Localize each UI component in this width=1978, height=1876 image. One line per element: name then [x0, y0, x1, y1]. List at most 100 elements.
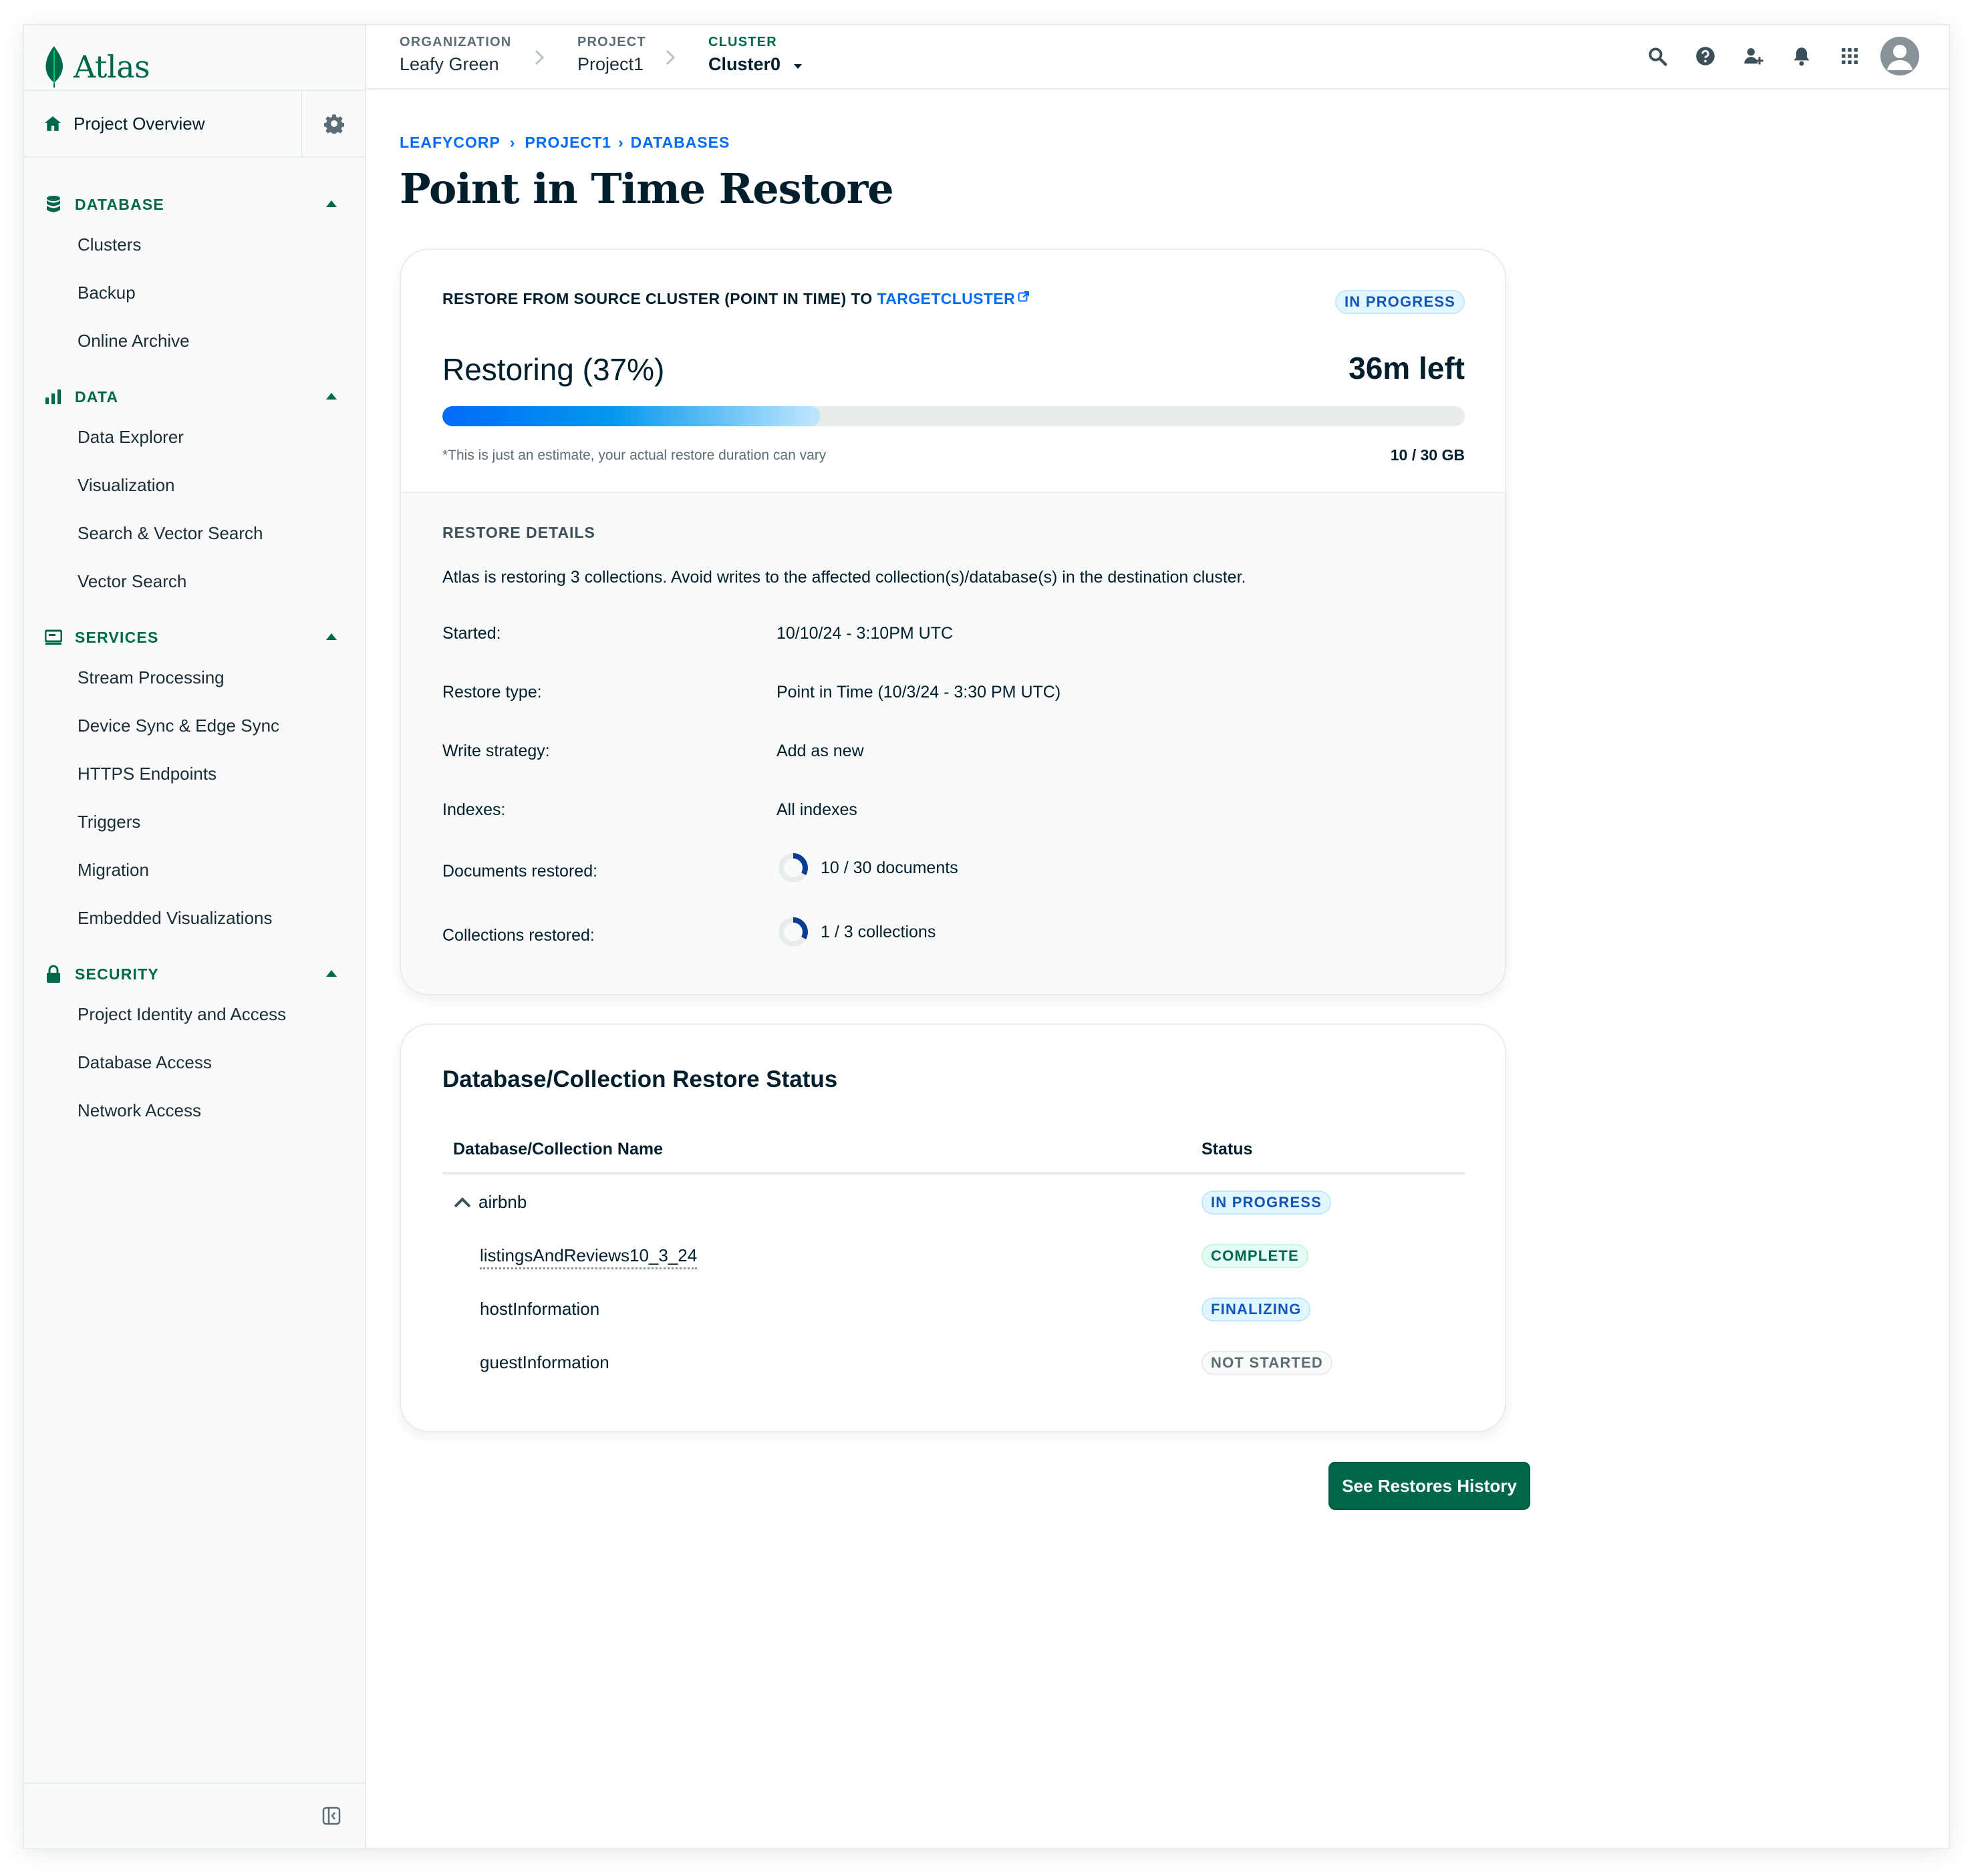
- sidebar-section-title: SECURITY: [75, 965, 159, 983]
- sidebar-item-clusters[interactable]: Clusters: [78, 231, 141, 258]
- bar-chart-icon: [45, 389, 61, 404]
- caret-down-icon: [793, 64, 802, 69]
- status-badge: FINALIZING: [1202, 1297, 1311, 1321]
- gear-icon: [324, 114, 344, 134]
- database-icon: [47, 196, 60, 212]
- target-cluster-link[interactable]: TARGETCLUSTER: [877, 290, 1030, 307]
- restore-status-badge: IN PROGRESS: [1334, 290, 1465, 314]
- restore-progress-fill: [442, 406, 821, 426]
- sidebar-item-device-sync[interactable]: Device Sync & Edge Sync: [78, 712, 279, 739]
- breadcrumb-separator-icon: ›: [509, 134, 516, 151]
- table-row: airbnb IN PROGRESS: [442, 1183, 1465, 1223]
- sidebar-section-data[interactable]: DATA: [44, 383, 345, 410]
- table-row: listingsAndReviews10_3_24 COMPLETE: [442, 1236, 1465, 1276]
- top-bar: ORGANIZATION Leafy Green PROJECT Project…: [366, 25, 1949, 90]
- sidebar-item-data-explorer[interactable]: Data Explorer: [78, 424, 184, 450]
- restore-header-text: RESTORE FROM SOURCE CLUSTER (POINT IN TI…: [442, 290, 877, 307]
- table-row: guestInformation NOT STARTED: [442, 1343, 1465, 1383]
- restore-status-card: Database/Collection Restore Status Datab…: [400, 1024, 1506, 1432]
- sidebar-item-online-archive[interactable]: Online Archive: [78, 327, 190, 354]
- search-button[interactable]: [1633, 35, 1681, 77]
- detail-label-collections: Collections restored:: [442, 926, 595, 945]
- sidebar-item-network-access[interactable]: Network Access: [78, 1097, 201, 1124]
- detail-value-indexes: All indexes: [776, 800, 857, 819]
- cluster-value: Cluster0: [708, 54, 781, 74]
- cluster-selector[interactable]: CLUSTER Cluster0: [708, 35, 803, 75]
- sidebar-item-visualization[interactable]: Visualization: [78, 472, 175, 498]
- breadcrumb-leafycorp[interactable]: LEAFYCORP: [400, 134, 501, 152]
- caret-up-icon: [326, 393, 337, 400]
- detail-label-started: Started:: [442, 624, 501, 643]
- help-button[interactable]: [1681, 35, 1729, 77]
- app-window: Atlas Project Overview DATABASE Clusters…: [24, 25, 1949, 1848]
- chevron-up-icon[interactable]: [453, 1196, 472, 1209]
- sidebar-item-project-overview[interactable]: Project Overview: [44, 91, 205, 156]
- sidebar-section-title: SERVICES: [75, 628, 159, 646]
- external-link-icon: [1018, 291, 1030, 302]
- sidebar-item-database-access[interactable]: Database Access: [78, 1049, 212, 1076]
- collapse-sidebar-icon: [322, 1807, 341, 1825]
- sidebar-item-https-endpoints[interactable]: HTTPS Endpoints: [78, 760, 217, 787]
- collection-name: hostInformation: [480, 1299, 600, 1319]
- estimate-note: *This is just an estimate, your actual r…: [442, 448, 827, 463]
- app-name: Atlas: [74, 49, 150, 85]
- time-left: 36m left: [1349, 351, 1465, 385]
- sidebar-item-backup[interactable]: Backup: [78, 279, 136, 306]
- detail-label-documents: Documents restored:: [442, 862, 598, 881]
- restore-progress-bar: [442, 406, 1465, 426]
- project-selector[interactable]: PROJECT Project1: [577, 35, 646, 75]
- apps-grid-icon: [1842, 48, 1858, 64]
- org-label: ORGANIZATION: [400, 35, 512, 49]
- collection-name[interactable]: listingsAndReviews10_3_24: [480, 1245, 698, 1269]
- detail-value-started: 10/10/24 - 3:10PM UTC: [776, 624, 954, 643]
- home-icon: [45, 116, 61, 131]
- collapse-sidebar-button[interactable]: [318, 1803, 345, 1829]
- sidebar-section-services[interactable]: SERVICES: [44, 624, 345, 651]
- sidebar-item-vector-search[interactable]: Vector Search: [78, 568, 186, 595]
- detail-label-indexes: Indexes:: [442, 800, 506, 819]
- org-value: Leafy Green: [400, 54, 499, 74]
- sidebar-item-stream-processing[interactable]: Stream Processing: [78, 664, 225, 691]
- notifications-button[interactable]: [1778, 35, 1826, 77]
- documents-progress-donut-icon: [779, 853, 808, 883]
- restoring-percentage: Restoring (37%): [442, 352, 665, 387]
- sidebar-section-title: DATA: [75, 387, 119, 406]
- collections-progress-donut-icon: [779, 917, 808, 947]
- restore-details: RESTORE DETAILS Atlas is restoring 3 col…: [401, 492, 1505, 994]
- breadcrumb-databases[interactable]: DATABASES: [631, 134, 730, 152]
- project-settings-button[interactable]: [301, 91, 366, 156]
- sidebar-item-embedded-visualizations[interactable]: Embedded Visualizations: [78, 905, 272, 931]
- cluster-value-wrap: Cluster0: [708, 54, 803, 75]
- top-icon-bar: [1633, 35, 1919, 77]
- invite-user-button[interactable]: [1729, 35, 1778, 77]
- documents-restored-text: 10 / 30 documents: [821, 858, 958, 877]
- sidebar-section-security[interactable]: SECURITY: [44, 961, 345, 987]
- breadcrumb-separator-icon: ›: [617, 134, 624, 151]
- restore-progress-card: RESTORE FROM SOURCE CLUSTER (POINT IN TI…: [400, 249, 1506, 995]
- user-avatar[interactable]: [1880, 37, 1919, 75]
- apps-button[interactable]: [1826, 35, 1874, 77]
- project-overview-row: Project Overview: [24, 90, 365, 158]
- sidebar-item-project-identity-access[interactable]: Project Identity and Access: [78, 1001, 286, 1028]
- user-avatar-icon: [1887, 45, 1913, 70]
- breadcrumb-project1[interactable]: PROJECT1: [525, 134, 611, 152]
- detail-value-write-strategy: Add as new: [776, 742, 864, 760]
- detail-label-write-strategy: Write strategy:: [442, 742, 550, 760]
- see-restores-history-button[interactable]: See Restores History: [1328, 1462, 1530, 1510]
- invite-user-icon: [1744, 48, 1763, 65]
- detail-value-documents: 10 / 30 documents: [776, 851, 958, 885]
- sidebar-item-migration[interactable]: Migration: [78, 856, 149, 883]
- status-badge: NOT STARTED: [1202, 1351, 1333, 1375]
- detail-value-restore-type: Point in Time (10/3/24 - 3:30 PM UTC): [776, 683, 1061, 701]
- sidebar-item-search-vector-search[interactable]: Search & Vector Search: [78, 520, 263, 546]
- breadcrumb: LEAFYCORP › PROJECT1 › DATABASES: [400, 134, 730, 152]
- sidebar-section-title: DATABASE: [75, 195, 164, 213]
- restore-status-title: Database/Collection Restore Status: [442, 1066, 838, 1092]
- bell-icon: [1794, 47, 1810, 66]
- sidebar-section-database[interactable]: DATABASE: [44, 191, 345, 218]
- org-selector[interactable]: ORGANIZATION Leafy Green: [400, 35, 511, 75]
- collection-name: guestInformation: [480, 1352, 609, 1372]
- lock-icon: [47, 965, 60, 983]
- sidebar-item-triggers[interactable]: Triggers: [78, 808, 140, 835]
- table-row: hostInformation FINALIZING: [442, 1289, 1465, 1330]
